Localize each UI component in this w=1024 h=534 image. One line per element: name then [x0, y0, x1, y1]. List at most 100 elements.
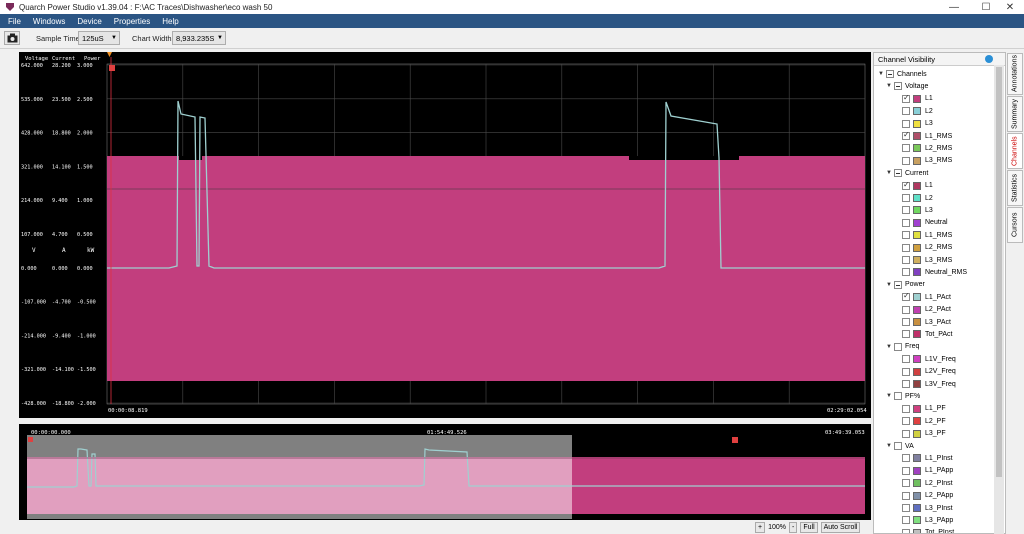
menu-help[interactable]: Help — [162, 17, 178, 26]
channel-row-l1-papp[interactable]: L1_PApp — [894, 465, 953, 477]
color-swatch[interactable] — [913, 355, 921, 364]
menu-windows[interactable]: Windows — [33, 17, 65, 26]
overview-svg[interactable]: 00:00:00.000 01:54:49.526 03:49:39.053 — [19, 424, 871, 520]
visibility-checkbox[interactable] — [894, 442, 902, 450]
color-swatch[interactable] — [913, 144, 921, 153]
channel-row-power[interactable]: ▼ Power — [886, 279, 925, 291]
channel-row-l3-pinst[interactable]: L3_PInst — [894, 502, 953, 514]
color-swatch[interactable] — [913, 293, 921, 302]
channel-row-l3-rms[interactable]: L3_RMS — [894, 155, 952, 167]
expand-triangle-icon[interactable]: ▼ — [886, 393, 894, 399]
channel-row-neutral[interactable]: Neutral — [894, 217, 948, 229]
channel-row-l3[interactable]: L3 — [894, 204, 933, 216]
color-swatch[interactable] — [913, 429, 921, 438]
channel-row-l2v-freq[interactable]: L2V_Freq — [894, 366, 956, 378]
visibility-checkbox[interactable] — [902, 454, 910, 463]
overview-annotation-icon[interactable] — [732, 437, 738, 443]
scrollbar-thumb[interactable] — [996, 67, 1002, 477]
visibility-checkbox[interactable] — [902, 516, 910, 525]
visibility-checkbox[interactable] — [902, 144, 910, 153]
visibility-checkbox[interactable] — [894, 342, 902, 351]
visibility-checkbox[interactable] — [902, 491, 910, 500]
sample-time-select[interactable]: 125uS ▼ — [78, 31, 120, 45]
color-swatch[interactable] — [913, 504, 921, 512]
channel-row-l2[interactable]: L2 — [894, 192, 933, 204]
channel-row-tot-pinst[interactable]: Tot_PInst — [894, 527, 954, 533]
expand-triangle-icon[interactable]: ▼ — [878, 71, 886, 77]
menu-file[interactable]: File — [8, 17, 21, 26]
channel-row-l2[interactable]: L2 — [894, 105, 933, 117]
channel-row-voltage[interactable]: ▼ Voltage — [886, 80, 928, 92]
color-swatch[interactable] — [913, 454, 921, 463]
visibility-checkbox[interactable] — [902, 417, 910, 426]
color-swatch[interactable] — [913, 318, 921, 326]
color-swatch[interactable] — [913, 256, 921, 264]
color-swatch[interactable] — [913, 206, 921, 215]
visibility-checkbox[interactable] — [902, 429, 910, 438]
expand-triangle-icon[interactable]: ▼ — [886, 344, 894, 350]
color-swatch[interactable] — [913, 466, 921, 475]
visibility-checkbox[interactable] — [902, 194, 910, 202]
visibility-checkbox[interactable] — [902, 466, 910, 475]
visibility-checkbox[interactable] — [902, 291, 910, 302]
channel-row-tot-pact[interactable]: Tot_PAct — [894, 328, 953, 340]
visibility-checkbox[interactable] — [902, 256, 910, 264]
channel-row-l2-papp[interactable]: L2_PApp — [894, 490, 953, 502]
color-swatch[interactable] — [913, 491, 921, 500]
channel-row-l1-rms[interactable]: L1_RMS — [894, 130, 952, 142]
visibility-checkbox[interactable] — [902, 330, 910, 339]
main-chart[interactable]: Voltage Current Power 642.000 28.200 3.000… — [19, 52, 871, 418]
visibility-checkbox[interactable] — [902, 243, 910, 252]
visibility-checkbox[interactable] — [902, 119, 910, 128]
overview-chart[interactable]: 00:00:00.000 01:54:49.526 03:49:39.053 — [19, 424, 871, 520]
visibility-checkbox[interactable] — [902, 130, 910, 140]
color-swatch[interactable] — [913, 417, 921, 426]
color-swatch[interactable] — [913, 107, 921, 116]
channel-row-l2-pf[interactable]: L2_PF — [894, 415, 946, 427]
color-swatch[interactable] — [913, 181, 921, 190]
channel-row-l2-rms[interactable]: L2_RMS — [894, 142, 952, 154]
channel-row-l3-pact[interactable]: L3_PAct — [894, 316, 951, 328]
visibility-checkbox[interactable] — [886, 70, 894, 78]
visibility-checkbox[interactable] — [902, 206, 910, 215]
expand-triangle-icon[interactable]: ▼ — [886, 282, 894, 288]
color-swatch[interactable] — [913, 94, 921, 103]
channel-row-l3-pf[interactable]: L3_PF — [894, 428, 946, 440]
color-swatch[interactable] — [913, 119, 921, 128]
color-swatch[interactable] — [913, 194, 921, 202]
channel-row-l3v-freq[interactable]: L3V_Freq — [894, 378, 956, 390]
overview-viewport-selection[interactable] — [27, 435, 572, 519]
tab-cursors[interactable]: Cursors — [1007, 207, 1023, 243]
visibility-checkbox[interactable] — [902, 156, 910, 165]
close-button[interactable]: ✕ — [996, 0, 1024, 14]
color-swatch[interactable] — [913, 380, 921, 388]
visibility-checkbox[interactable] — [902, 180, 910, 190]
color-swatch[interactable] — [913, 330, 921, 339]
annotation-flag-icon[interactable] — [109, 65, 115, 71]
visibility-checkbox[interactable] — [902, 504, 910, 512]
chart-width-select[interactable]: 8,933.235S ▼ — [172, 31, 226, 45]
channel-row-l1-pf[interactable]: L1_PF — [894, 403, 946, 415]
info-icon[interactable] — [985, 55, 993, 63]
color-swatch[interactable] — [913, 305, 921, 314]
visibility-checkbox[interactable] — [902, 107, 910, 116]
zoom-in-button[interactable]: + — [755, 521, 766, 533]
channel-row-neutral-rms[interactable]: Neutral_RMS — [894, 266, 967, 278]
channel-row-current[interactable]: ▼ Current — [886, 167, 928, 179]
tab-annotations[interactable]: Annotations — [1007, 53, 1023, 95]
channel-row-l1[interactable]: L1 — [894, 180, 933, 192]
expand-triangle-icon[interactable]: ▼ — [886, 83, 894, 89]
channel-row-l1-pact[interactable]: L1_PAct — [894, 291, 951, 303]
channel-row-l3-papp[interactable]: L3_PApp — [894, 514, 953, 526]
visibility-checkbox[interactable] — [894, 169, 902, 178]
visibility-checkbox[interactable] — [902, 479, 910, 488]
auto-scroll-button[interactable]: Auto Scroll — [820, 521, 861, 533]
color-swatch[interactable] — [913, 367, 921, 376]
color-swatch[interactable] — [913, 528, 921, 533]
visibility-checkbox[interactable] — [902, 318, 910, 326]
color-swatch[interactable] — [913, 404, 921, 413]
channel-row-va[interactable]: ▼ VA — [886, 440, 914, 452]
color-swatch[interactable] — [913, 479, 921, 488]
tab-summary[interactable]: Summary — [1007, 96, 1023, 132]
visibility-checkbox[interactable] — [894, 280, 902, 289]
